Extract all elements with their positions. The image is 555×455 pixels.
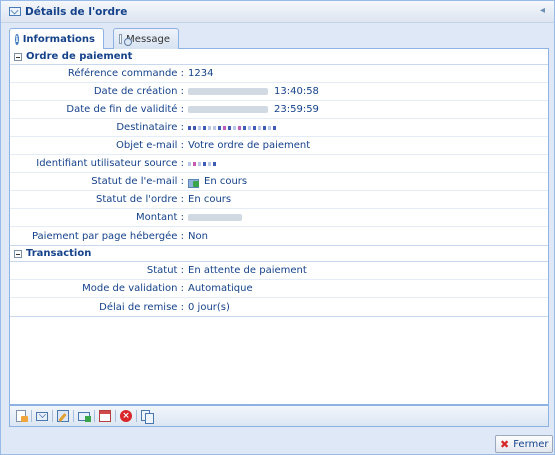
redacted-block [188,106,268,113]
field-value-email-subject: Votre ordre de paiement [188,140,311,151]
field-value-email-status: En cours [188,176,548,188]
order-details-window: Détails de l'ordre ◂ i Informations Mess… [0,0,555,455]
field-label: Montant : [136,212,184,223]
field-row: Paiement par page hébergée : Non [10,227,548,245]
field-label: Destinataire : [116,122,184,133]
copy-icon[interactable] [140,409,154,424]
redacted-user-id [188,161,216,166]
collapse-toggle-icon[interactable] [14,52,22,61]
tab-label: Message [126,33,170,45]
tab-label: Informations [22,34,95,45]
field-row: Mode de validation : Automatique [10,280,548,298]
mail-forward-icon[interactable] [77,409,91,423]
field-label: Mode de validation : [82,283,184,294]
field-value-validation-mode: Automatique [188,283,253,294]
toolbar-separator [136,410,137,422]
field-row: Référence commande : 1234 [10,65,548,83]
mail-icon[interactable] [35,409,49,423]
tab-message[interactable]: Message [113,28,179,49]
field-label: Délai de remise : [99,301,184,313]
payment-order-fields: Référence commande : 1234 Date de créati… [10,65,548,246]
field-value-reference: 1234 [188,68,214,79]
edit-icon[interactable] [56,409,70,423]
window-titlebar: Détails de l'ordre ◂ [1,1,554,23]
field-label: Date de fin de validité : [66,104,184,115]
field-value-transaction-status: En attente de paiement [188,265,307,276]
field-label: Statut de l'e-mail : [91,176,184,187]
transaction-fields: Statut : En attente de paiement Mode de … [10,262,548,317]
redacted-recipient [188,125,276,130]
action-toolbar: × [9,405,549,427]
close-button[interactable]: ✖ Fermer [495,435,553,453]
field-value-delay: 0 jour(s) [188,301,230,313]
field-value-recipient [188,125,548,130]
field-row: Identifiant utilisateur source : [10,155,548,173]
section-title: Ordre de paiement [26,51,133,62]
field-label: Paiement par page hébergée : [31,230,184,242]
section-title: Transaction [26,248,92,259]
field-value-source-user [188,161,548,166]
toolbar-separator [73,410,74,422]
collapse-toggle-icon[interactable] [14,249,22,258]
field-row: Délai de remise : 0 jour(s) [10,298,548,316]
field-row: Statut : En attente de paiement [10,262,548,280]
field-label: Identifiant utilisateur source : [36,158,184,169]
mail-icon [9,7,21,16]
field-row: Date de création : 13:40:58 [10,83,548,101]
status-text: En cours [204,176,248,187]
field-label: Référence commande : [67,68,184,79]
tab-strip: i Informations Message [9,27,549,50]
field-label: Statut de l'ordre : [96,194,184,205]
toolbar-separator [94,410,95,422]
time-value: 23:59:59 [274,104,319,115]
document-icon[interactable] [14,409,28,423]
field-value-order-status: En cours [188,194,232,205]
field-row: Destinataire : [10,119,548,137]
section-header-payment-order[interactable]: Ordre de paiement [10,49,548,65]
field-value-amount [188,214,548,221]
redacted-block [188,214,242,221]
section-header-transaction[interactable]: Transaction [10,246,548,262]
field-label: Date de création : [93,86,184,97]
field-label: Statut : [146,265,184,276]
window-title: Détails de l'ordre [25,5,128,18]
toolbar-separator [31,410,32,422]
field-value-hosted-page: Non [188,230,208,242]
tab-content-panel: Ordre de paiement Référence commande : 1… [9,49,549,405]
delete-icon[interactable]: × [119,409,133,423]
field-row: Date de fin de validité : 23:59:59 [10,101,548,119]
field-row: Statut de l'ordre : En cours [10,191,548,209]
toolbar-separator [115,410,116,422]
field-row: Objet e-mail : Votre ordre de paiement [10,137,548,155]
field-row: Montant : [10,209,548,227]
tab-informations[interactable]: i Informations [9,28,104,50]
time-value: 13:40:58 [274,86,319,97]
info-icon: i [15,34,19,45]
field-value-creation-date: 13:40:58 [188,86,548,97]
calendar-icon[interactable] [98,409,112,423]
titlebar-close-icon[interactable]: ◂ [540,5,550,17]
field-row: Statut de l'e-mail : En cours [10,173,548,191]
close-button-label: Fermer [513,438,549,450]
redacted-block [188,88,268,95]
toolbar-separator [52,410,53,422]
field-value-end-date: 23:59:59 [188,104,548,115]
message-icon [119,34,133,46]
mail-send-icon [188,177,200,188]
close-icon: ✖ [500,437,510,451]
field-label: Objet e-mail : [116,140,184,151]
